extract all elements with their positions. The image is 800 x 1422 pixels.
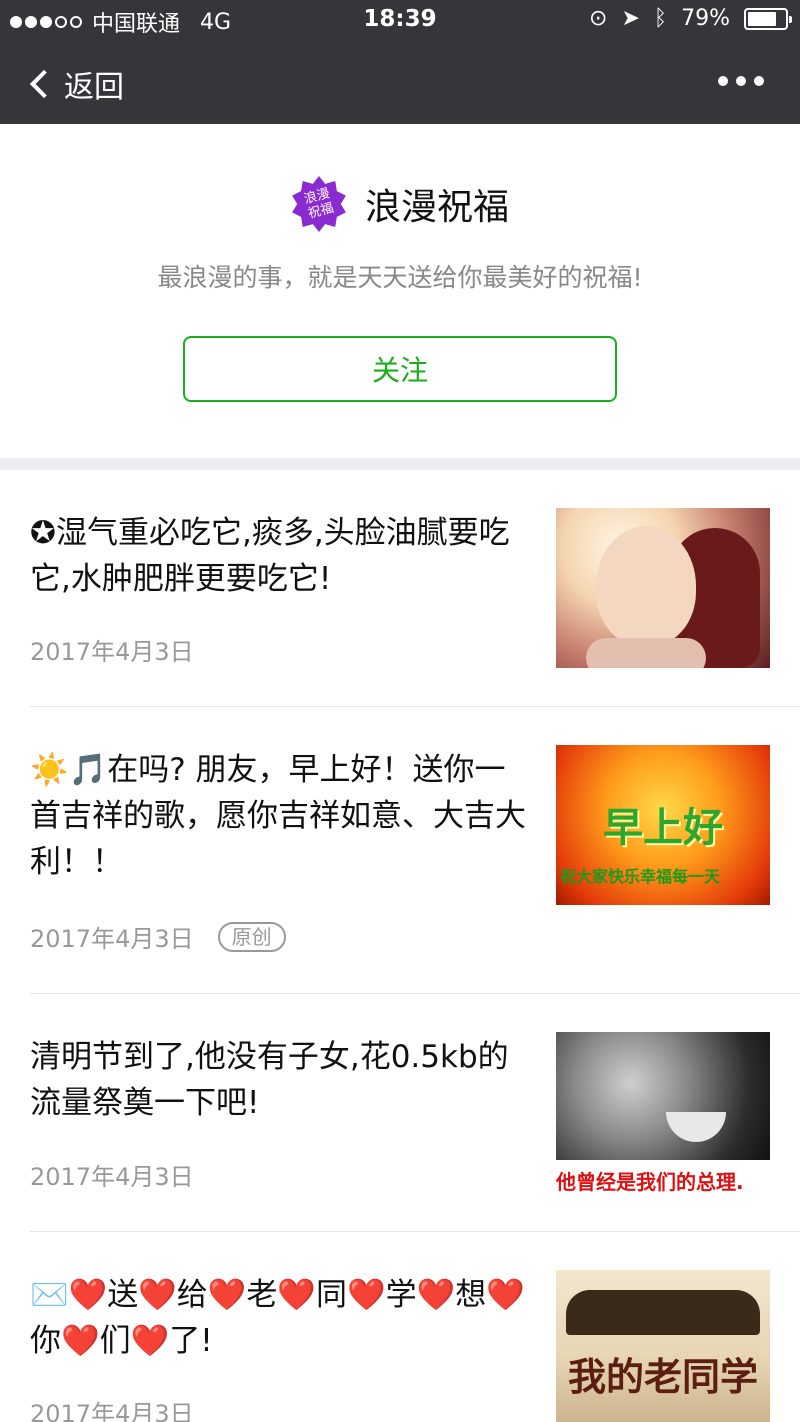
article-date: 2017年4月3日 [30, 1163, 194, 1191]
account-name: 浪漫祝福 [364, 187, 509, 228]
bluetooth-icon: ᛒ [653, 6, 668, 31]
more-options-icon[interactable] [718, 76, 764, 86]
article-thumbnail: 我的老同学 [556, 1270, 770, 1422]
thumbnail-subtext: 祝大家快乐幸福每一天 [560, 867, 721, 886]
status-bar: 中国联通 4G 18:39 ⊙ ➤ ᛒ 79% [0, 0, 800, 40]
article-thumbnail: 他曾经是我们的总理. [556, 1032, 770, 1192]
article-title: ☀️🎵在吗? 朋友，早上好！送你一首吉祥的歌，愿你吉祥如意、大吉大利！！ [30, 752, 526, 880]
article-title: ✉️❤️送❤️给❤️老❤️同❤️学❤️想❤️你❤️们❤️了! [30, 1277, 525, 1359]
account-name-row: 浪漫祝福 浪漫祝福 [0, 176, 800, 232]
article-title: ✪湿气重必吃它,痰多,头脸油腻要吃它,水肿肥胖更要吃它! [30, 515, 510, 597]
thumbnail-text: 早上好 [603, 805, 723, 851]
account-logo-text: 浪漫祝福 [302, 186, 336, 222]
article-meta: 2017年4月3日 [30, 632, 194, 667]
account-logo: 浪漫祝福 [291, 176, 347, 232]
nav-bar: 返回 [0, 40, 800, 124]
article-meta: 2017年4月3日 [30, 1157, 194, 1192]
article-date: 2017年4月3日 [30, 925, 194, 953]
section-separator [0, 458, 800, 470]
article-item[interactable]: ☀️🎵在吗? 朋友，早上好！送你一首吉祥的歌，愿你吉祥如意、大吉大利！！ 201… [0, 707, 800, 994]
article-thumbnail [556, 508, 770, 668]
article-title: 清明节到了,他没有子女,花0.5kb的流量祭奠一下吧! [30, 1039, 509, 1121]
rotation-lock-icon: ⊙ [589, 6, 608, 31]
article-item[interactable]: ✪湿气重必吃它,痰多,头脸油腻要吃它,水肿肥胖更要吃它! 2017年4月3日 [0, 470, 800, 707]
chevron-left-icon [29, 69, 59, 99]
account-profile: 浪漫祝福 浪漫祝福 最浪漫的事，就是天天送给你最美好的祝福! 关注 [0, 124, 800, 458]
article-meta: 2017年4月3日 原创 [30, 919, 286, 954]
article-thumbnail: 早上好 祝大家快乐幸福每一天 [556, 745, 770, 905]
article-item[interactable]: 清明节到了,他没有子女,花0.5kb的流量祭奠一下吧! 2017年4月3日 他曾… [0, 994, 800, 1232]
thumbnail-text: 我的老同学 [567, 1354, 758, 1399]
article-date: 2017年4月3日 [30, 1400, 194, 1422]
back-label: 返回 [64, 70, 124, 105]
article-item[interactable]: ✉️❤️送❤️给❤️老❤️同❤️学❤️想❤️你❤️们❤️了! 2017年4月3日… [0, 1232, 800, 1422]
article-date: 2017年4月3日 [30, 638, 194, 666]
battery-percent: 79% [681, 6, 730, 31]
follow-button[interactable]: 关注 [183, 336, 617, 402]
back-button[interactable]: 返回 [26, 62, 124, 106]
thumbnail-caption: 他曾经是我们的总理. [556, 1170, 744, 1192]
article-meta: 2017年4月3日 [30, 1394, 194, 1422]
account-description: 最浪漫的事，就是天天送给你最美好的祝福! [157, 263, 643, 292]
status-right: ⊙ ➤ ᛒ 79% [589, 6, 792, 31]
original-badge: 原创 [217, 921, 286, 952]
location-arrow-icon: ➤ [621, 6, 640, 31]
battery-icon [744, 7, 792, 30]
